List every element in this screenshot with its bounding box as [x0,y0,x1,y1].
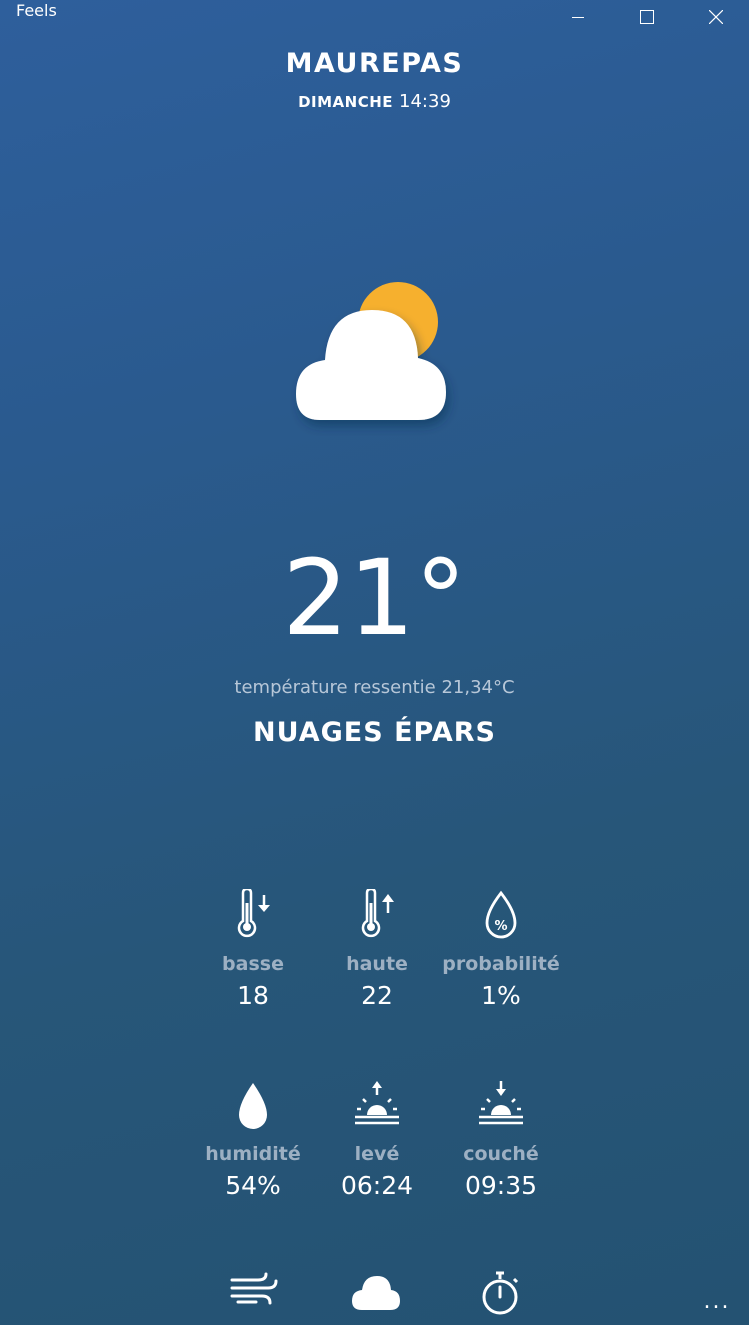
stat-value: 18 [237,981,269,1010]
thermometer-up-icon [312,885,442,941]
sunrise-icon [312,1075,442,1131]
partly-cloudy-icon [290,276,460,436]
title-bar[interactable]: Feels [0,0,749,34]
stat-label: basse [222,953,284,975]
stat-label: humidité [205,1143,301,1165]
thermometer-down-icon [188,885,318,941]
cloud-icon[interactable] [346,1270,406,1320]
stat-label: haute [346,953,408,975]
minimize-button[interactable] [555,0,601,34]
sunset-icon [436,1075,566,1131]
close-button[interactable] [693,0,739,34]
stat-high: haute 22 [312,885,442,1010]
stat-low: basse 18 [188,885,318,1010]
current-temperature: 21° [282,537,467,659]
stat-sunset: couché 09:35 [436,1075,566,1200]
app-window: Feels MAUREPAS DIMANCHE 14:39 21° tempér… [0,0,749,1325]
stopwatch-icon[interactable] [470,1270,530,1320]
stat-value: 22 [361,981,393,1010]
time-label: 14:39 [399,91,451,112]
wind-icon[interactable] [223,1270,283,1320]
stat-value: 54% [225,1171,281,1200]
feels-like-text: température ressentie 21,34°C [234,677,515,698]
stat-label: probabilité [442,953,560,975]
more-options-button[interactable]: ... [697,1290,737,1314]
minimize-icon [572,17,584,18]
day-label: DIMANCHE [298,93,394,111]
stat-value: 1% [481,981,521,1010]
date-time: DIMANCHE 14:39 [0,91,749,112]
maximize-button[interactable] [624,0,670,34]
stat-label: levé [354,1143,400,1165]
stat-value: 09:35 [464,1171,538,1200]
stat-probability: % probabilité 1% [436,885,566,1010]
humidity-drop-icon [188,1075,318,1131]
stat-label: couché [463,1143,539,1165]
city-name: MAUREPAS [285,48,464,79]
close-icon [709,10,723,24]
stat-value: 06:24 [340,1171,414,1200]
precipitation-chance-icon: % [436,885,566,941]
svg-text:%: % [494,919,507,934]
app-title: Feels [16,1,57,20]
stat-sunrise: levé 06:24 [312,1075,442,1200]
weather-condition: NUAGES ÉPARS [253,717,496,748]
maximize-icon [640,10,654,24]
stat-humidity: humidité 54% [188,1075,318,1200]
